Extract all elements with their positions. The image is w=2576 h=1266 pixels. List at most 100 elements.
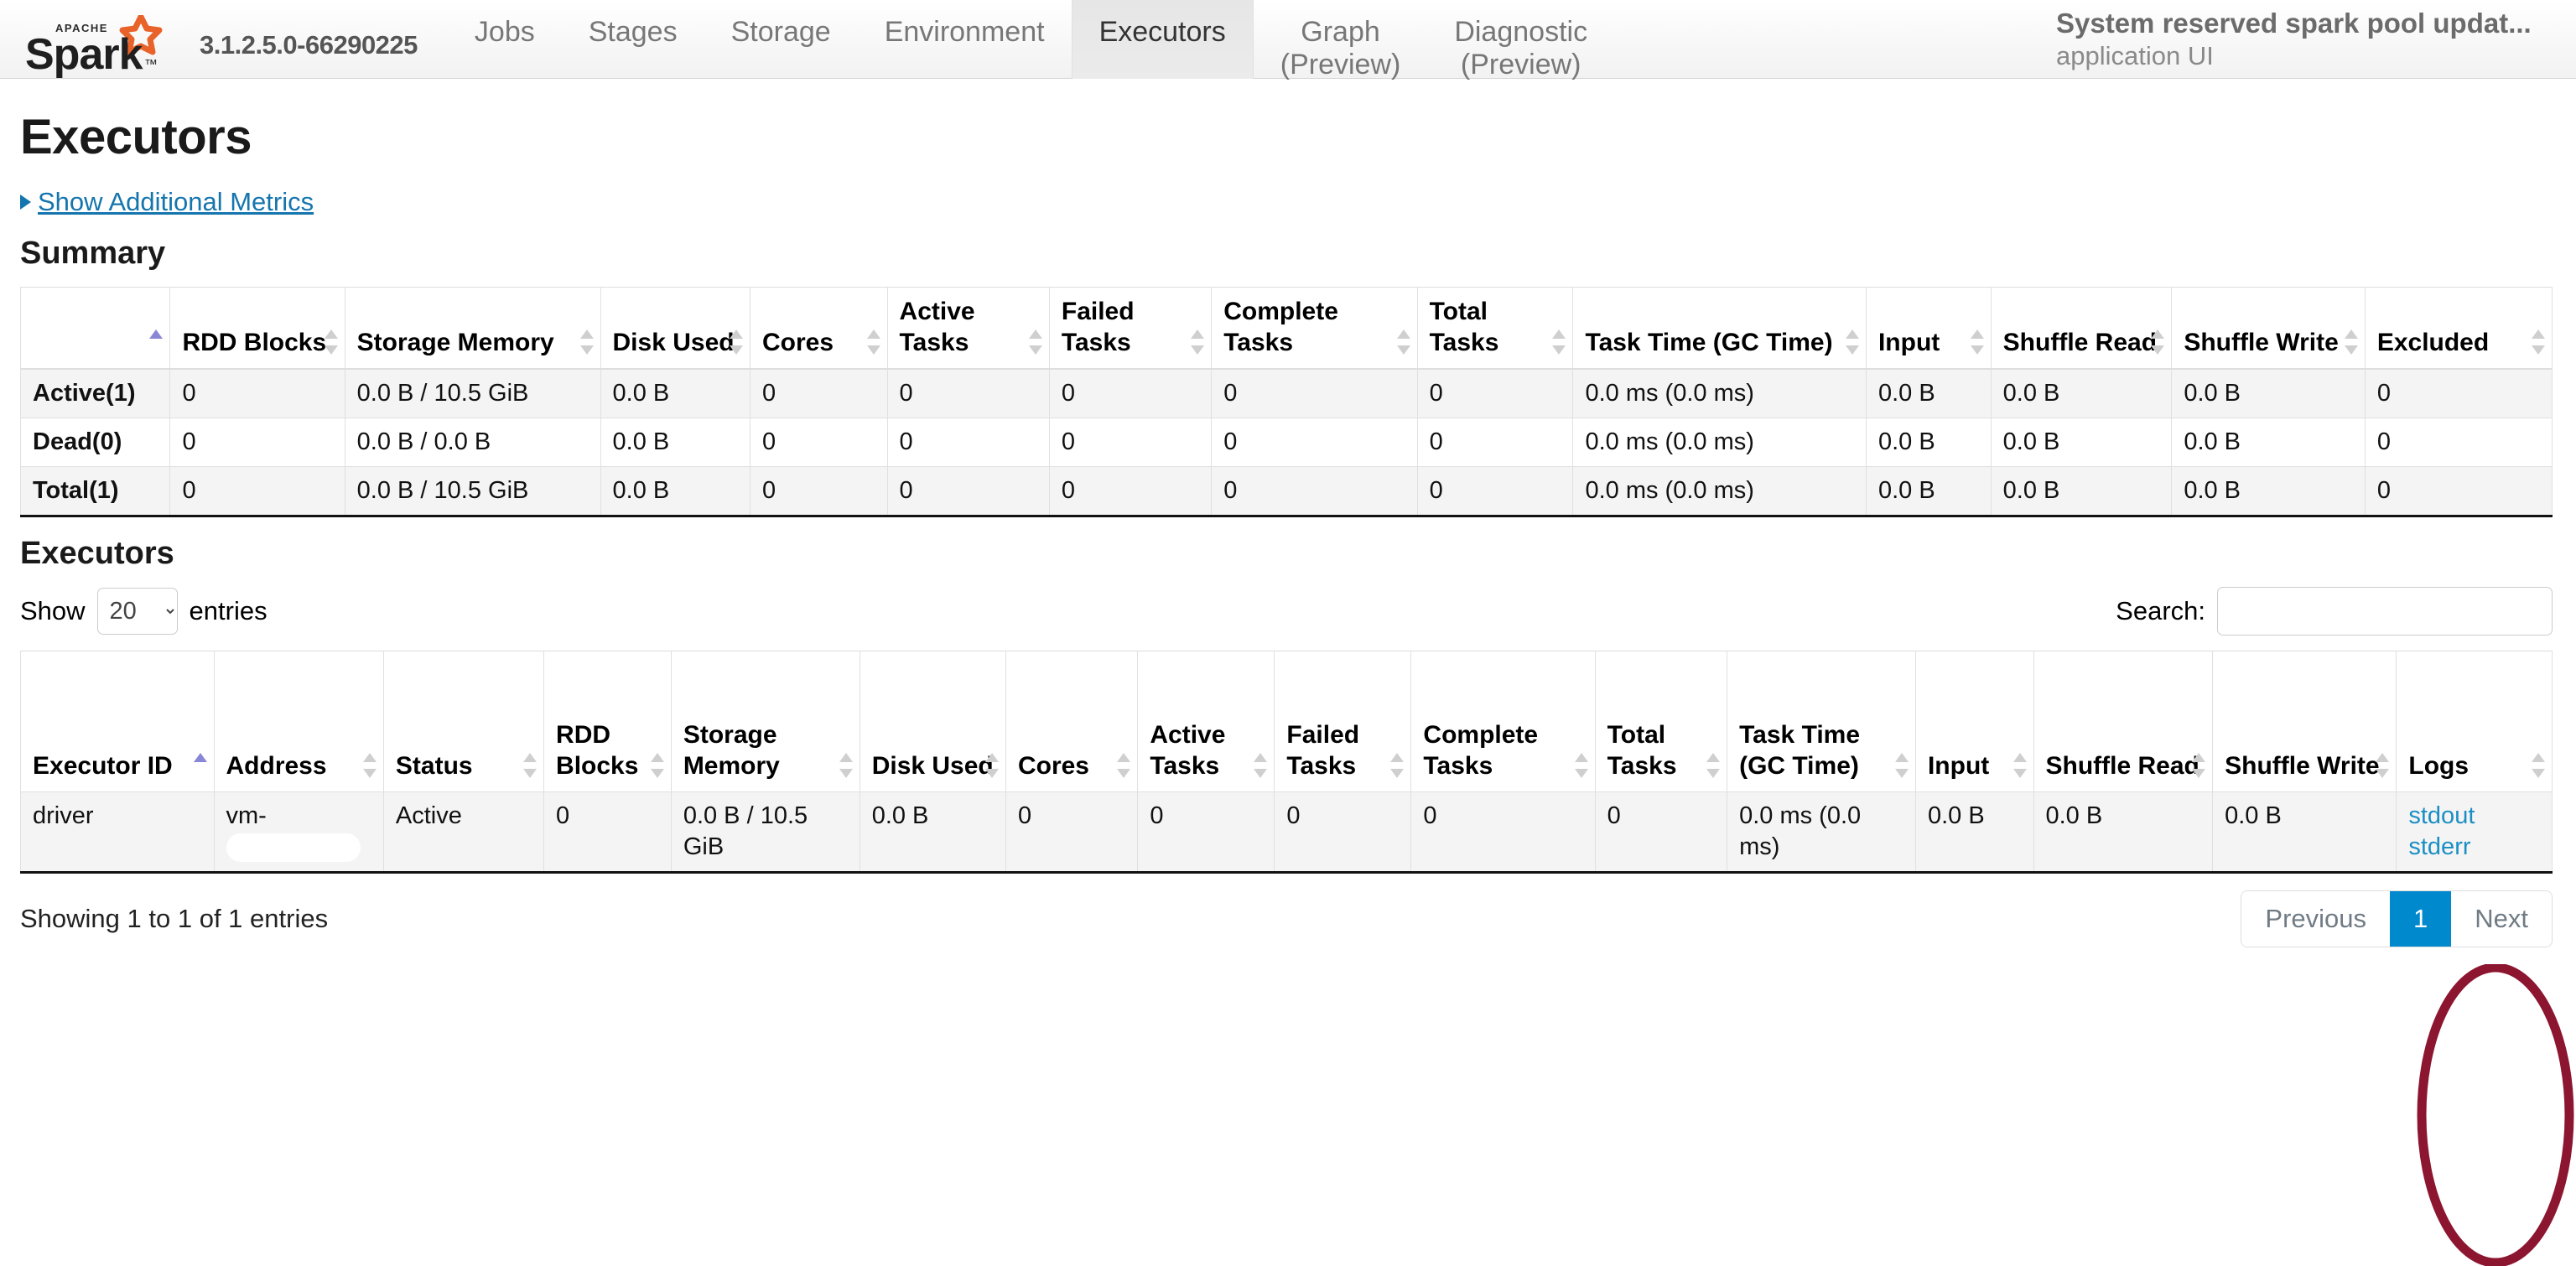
- sort-icon[interactable]: [866, 328, 880, 356]
- sort-icon[interactable]: [2151, 328, 2165, 356]
- summary-table: RDD Blocks Storage Memory Disk Used Core…: [19, 287, 2553, 517]
- sort-icon[interactable]: [1845, 328, 1859, 356]
- summary-col-task-time[interactable]: Task Time (GC Time): [1572, 287, 1867, 370]
- brand-area[interactable]: APACHE Spark ™ 3.1.2.5.0-66290225: [0, 0, 418, 79]
- pagination-page-1-button[interactable]: 1: [2390, 891, 2452, 947]
- executors-col-executor-id[interactable]: Executor ID: [20, 651, 215, 792]
- summary-col-input[interactable]: Input: [1865, 287, 1992, 370]
- summary-col-blank[interactable]: [19, 287, 171, 370]
- summary-col-excluded[interactable]: Excluded: [2364, 287, 2553, 370]
- pagination-next-button[interactable]: Next: [2451, 891, 2552, 947]
- executors-col-logs[interactable]: Logs: [2396, 651, 2553, 792]
- executors-col-task-time[interactable]: Task Time (GC Time): [1727, 651, 1916, 792]
- summary-col-complete-tasks[interactable]: Complete Tasks: [1211, 287, 1418, 370]
- application-title-block: System reserved spark pool updat... appl…: [2056, 0, 2576, 72]
- summary-col-rdd-blocks[interactable]: RDD Blocks: [169, 287, 345, 370]
- summary-col-shuffle-write[interactable]: Shuffle Write: [2171, 287, 2366, 370]
- summary-cell-excluded: 0: [2364, 368, 2553, 418]
- sort-icon[interactable]: [523, 751, 538, 780]
- executors-col-complete-tasks[interactable]: Complete Tasks: [1410, 651, 1596, 792]
- summary-cell-failed-tasks: 0: [1048, 466, 1213, 516]
- sort-icon[interactable]: [2532, 751, 2545, 780]
- summary-col-disk-used[interactable]: Disk Used: [600, 287, 750, 370]
- search-input[interactable]: [2217, 587, 2553, 636]
- sort-icon[interactable]: [579, 328, 594, 356]
- show-additional-metrics-toggle[interactable]: Show Additional Metrics: [20, 187, 2576, 217]
- summary-col-total-tasks[interactable]: Total Tasks: [1416, 287, 1574, 370]
- nav-tab-executors-label: Executors: [1098, 16, 1226, 48]
- executors-col-address[interactable]: Address: [213, 651, 384, 792]
- executors-col-total-tasks[interactable]: Total Tasks: [1594, 651, 1728, 792]
- spark-logo[interactable]: APACHE Spark ™: [18, 12, 195, 79]
- page-length-select[interactable]: 20 40 60 100: [96, 588, 178, 635]
- summary-cell-storage-memory: 0.0 B / 0.0 B: [344, 418, 601, 467]
- executors-col-failed-tasks-label: Failed Tasks: [1286, 721, 1360, 780]
- sort-icon[interactable]: [1894, 751, 1909, 780]
- summary-cell-shuffle-write: 0.0 B: [2171, 418, 2366, 467]
- summary-col-active-tasks[interactable]: Active Tasks: [886, 287, 1050, 370]
- total-tasks-cell: 0: [1594, 791, 1728, 873]
- executors-col-shuffle-write[interactable]: Shuffle Write: [2212, 651, 2397, 792]
- sort-icon[interactable]: [1028, 328, 1042, 356]
- page-length-control[interactable]: Show 20 40 60 100 entries: [20, 588, 267, 635]
- nav-tab-jobs[interactable]: Jobs: [448, 0, 562, 79]
- executors-col-input[interactable]: Input: [1914, 651, 2034, 792]
- summary-col-shuffle-read[interactable]: Shuffle Read: [1990, 287, 2173, 370]
- sort-icon[interactable]: [1396, 328, 1410, 356]
- executors-col-active-tasks[interactable]: Active Tasks: [1137, 651, 1275, 792]
- pagination-previous-button[interactable]: Previous: [2241, 891, 2390, 947]
- sort-icon[interactable]: [984, 751, 999, 780]
- sort-icon[interactable]: [1117, 751, 1131, 780]
- summary-cell-storage-memory: 0.0 B / 10.5 GiB: [344, 368, 601, 418]
- sort-icon[interactable]: [729, 328, 743, 356]
- sort-icon[interactable]: [1191, 328, 1205, 356]
- summary-col-storage-memory[interactable]: Storage Memory: [344, 287, 601, 370]
- executors-col-storage-memory[interactable]: Storage Memory: [670, 651, 860, 792]
- nav-tab-diagnostic-preview-label: (Preview): [1460, 49, 1581, 80]
- stdout-link[interactable]: stdout: [2408, 801, 2540, 832]
- executors-col-disk-used[interactable]: Disk Used: [859, 651, 1006, 792]
- pagination: Previous 1 Next: [2241, 890, 2553, 947]
- executors-col-storage-memory-label: Storage Memory: [683, 721, 780, 780]
- sort-asc-icon[interactable]: [193, 751, 207, 780]
- executors-col-cores[interactable]: Cores: [1005, 651, 1139, 792]
- executors-col-shuffle-read[interactable]: Shuffle Read: [2033, 651, 2214, 792]
- sort-icon[interactable]: [2376, 751, 2390, 780]
- summary-cell-total-tasks: 0: [1416, 466, 1574, 516]
- nav-tab-environment-label: Environment: [884, 16, 1045, 48]
- sort-icon[interactable]: [2344, 328, 2358, 356]
- sort-icon[interactable]: [2192, 751, 2206, 780]
- sort-asc-icon[interactable]: [149, 328, 164, 356]
- summary-col-total-tasks-label: Total Tasks: [1429, 298, 1499, 356]
- sort-icon[interactable]: [650, 751, 664, 780]
- nav-tab-stages[interactable]: Stages: [562, 0, 704, 79]
- summary-col-failed-tasks[interactable]: Failed Tasks: [1048, 287, 1213, 370]
- nav-tab-storage[interactable]: Storage: [704, 0, 858, 79]
- executors-col-rdd-blocks[interactable]: RDD Blocks: [543, 651, 672, 792]
- summary-cell-cores: 0: [749, 368, 888, 418]
- sort-icon[interactable]: [1552, 328, 1566, 356]
- executor-id-cell: driver: [20, 791, 215, 873]
- show-additional-metrics-link[interactable]: Show Additional Metrics: [38, 187, 314, 217]
- nav-tab-environment[interactable]: Environment: [858, 0, 1072, 79]
- sort-icon[interactable]: [1706, 751, 1721, 780]
- executors-col-failed-tasks[interactable]: Failed Tasks: [1274, 651, 1412, 792]
- summary-cell-shuffle-write: 0.0 B: [2171, 368, 2366, 418]
- stderr-link[interactable]: stderr: [2408, 832, 2540, 863]
- nav-tab-executors[interactable]: Executors: [1071, 0, 1254, 79]
- summary-col-cores[interactable]: Cores: [749, 287, 888, 370]
- sort-icon[interactable]: [2012, 751, 2027, 780]
- search-control[interactable]: Search:: [2116, 587, 2553, 636]
- sort-icon[interactable]: [2532, 328, 2545, 356]
- sort-icon[interactable]: [362, 751, 377, 780]
- sort-icon[interactable]: [324, 328, 338, 356]
- nav-tab-graph-label: Graph: [1301, 16, 1380, 48]
- sort-icon[interactable]: [1390, 751, 1405, 780]
- nav-tab-diagnostic[interactable]: Diagnostic (Preview): [1427, 0, 1614, 80]
- nav-tab-graph[interactable]: Graph (Preview): [1254, 0, 1428, 80]
- sort-icon[interactable]: [1254, 751, 1268, 780]
- sort-icon[interactable]: [1574, 751, 1588, 780]
- sort-icon[interactable]: [1970, 328, 1984, 356]
- executors-col-status[interactable]: Status: [382, 651, 545, 792]
- sort-icon[interactable]: [839, 751, 853, 780]
